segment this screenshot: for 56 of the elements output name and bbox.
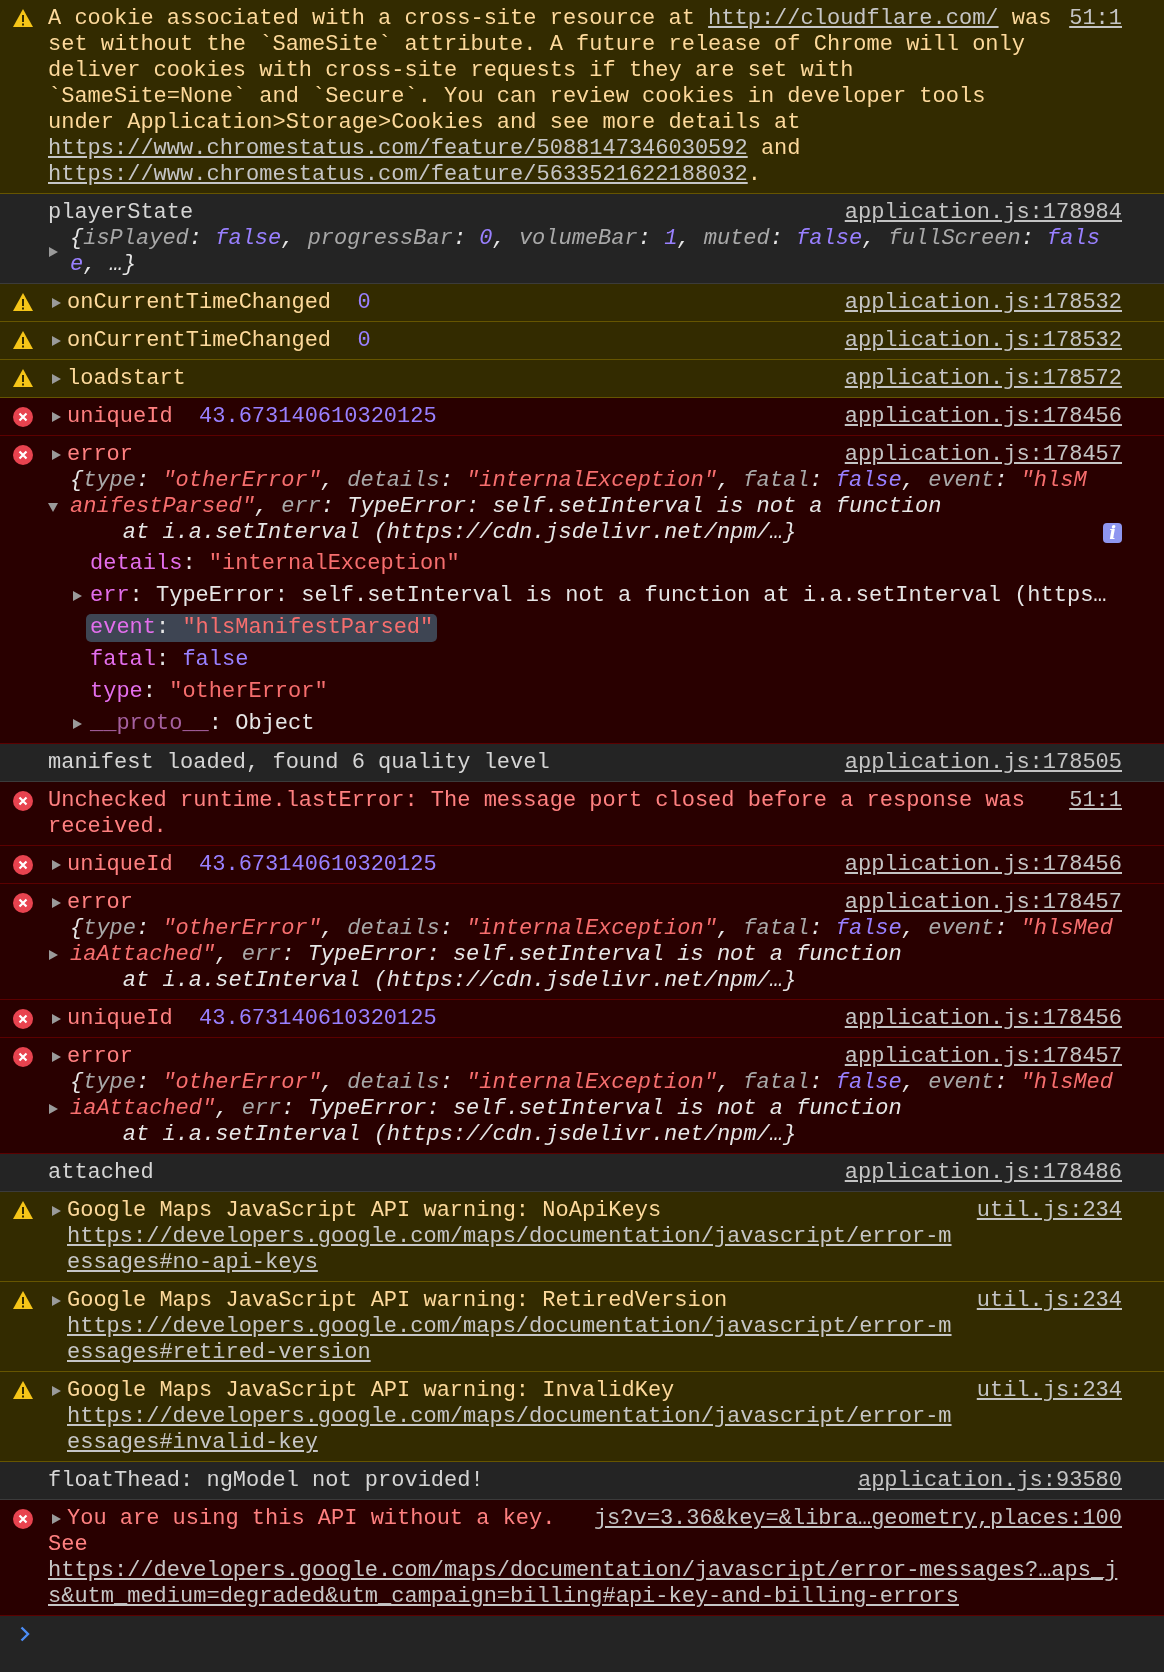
object-property[interactable]: type: "otherError" <box>86 678 332 706</box>
object-preview: {type: "otherError", details: "internalException", fatal: false, event: "hlsManifestParsed", err: TypeError: self.setInterval is not a function at i.a.setInterval (https://cdn.jsdelivr.net/npm/…} <box>70 468 1088 546</box>
message-text: You are using this API without a key. <box>67 1506 557 1532</box>
message-text: manifest loaded, found 6 quality level <box>48 750 551 776</box>
source-link[interactable]: 51:1 <box>1069 6 1122 32</box>
source-link[interactable]: application.js:93580 <box>857 1468 1122 1494</box>
message-text: uniqueId 43.673140610320125 <box>67 852 438 878</box>
source-link[interactable]: application.js:178486 <box>844 1160 1122 1186</box>
source-link[interactable]: application.js:178532 <box>844 328 1122 354</box>
object-property[interactable]: err: TypeError: self.setInterval is not a function at i.a.setInterval (https… <box>86 582 1111 610</box>
source-link[interactable]: application.js:178456 <box>844 404 1122 430</box>
link[interactable]: https://developers.google.com/maps/documentation/javascript/error-messages#no-api-keys <box>67 1224 961 1276</box>
source-link[interactable]: application.js:178456 <box>844 1006 1122 1032</box>
object-preview: {type: "otherError", details: "internalException", fatal: false, event: "hlsMediaAttached", err: TypeError: self.setInterval is not a function at i.a.setInterval (https://cdn.jsdelivr.net/npm/…} <box>70 916 1115 994</box>
message-text: Google Maps JavaScript API warning: InvalidKey https://developers.google.com/maps/documentation/javascript/error-messages#invalid-key <box>67 1378 961 1456</box>
object-property[interactable]: __proto__: Object <box>86 710 319 738</box>
link[interactable]: https://www.chromestatus.com/feature/5088147346030592 <box>48 136 748 162</box>
object-preview: {isPlayed: false, progressBar: 0, volumeBar: 1, muted: false, fullScreen: false, …} <box>70 226 1101 278</box>
source-link[interactable]: application.js:178457 <box>844 890 1122 916</box>
link[interactable]: https://www.chromestatus.com/feature/5633521622188032 <box>48 162 748 188</box>
message-text: error <box>67 1044 134 1070</box>
source-link[interactable]: application.js:178572 <box>844 366 1122 392</box>
object-property[interactable]: fatal: false <box>86 646 253 674</box>
link[interactable]: https://developers.google.com/maps/documentation/javascript/error-messages?…aps_js&utm_medium=degraded&utm_campaign=billing#api-key-and-billing-errors <box>48 1558 1122 1610</box>
object-preview: {type: "otherError", details: "internalException", fatal: false, event: "hlsMediaAttached", err: TypeError: self.setInterval is not a function at i.a.setInterval (https://cdn.jsdelivr.net/npm/…} <box>70 1070 1115 1148</box>
message-text: uniqueId 43.673140610320125 <box>67 1006 438 1032</box>
source-link[interactable]: application.js:178505 <box>844 750 1122 776</box>
message-text: See https://developers.google.com/maps/documentation/javascript/error-messages?…aps_js&utm_medium=degraded&utm_campaign=billing#api-key-and-billing-errors <box>48 1532 1122 1610</box>
message-text: error <box>67 442 134 468</box>
message-text: onCurrentTimeChanged 0 <box>67 328 372 354</box>
object-property[interactable]: details: "internalException" <box>86 550 464 578</box>
message-text: Google Maps JavaScript API warning: NoApiKeys https://developers.google.com/maps/documentation/javascript/error-messages#no-api-keys <box>67 1198 961 1276</box>
source-link[interactable]: application.js:178457 <box>844 442 1122 468</box>
message-text: attached <box>48 1160 155 1186</box>
object-property[interactable]: event: "hlsManifestParsed" <box>86 614 438 642</box>
message-text: playerState <box>48 200 195 226</box>
message-text: loadstart <box>67 366 187 392</box>
message-text: onCurrentTimeChanged 0 <box>67 290 372 316</box>
source-link[interactable]: application.js:178532 <box>844 290 1122 316</box>
message-text: uniqueId 43.673140610320125 <box>67 404 438 430</box>
source-link[interactable]: js?v=3.36&key=&libra…geometry,places:100 <box>593 1506 1122 1532</box>
source-link[interactable]: application.js:178457 <box>844 1044 1122 1070</box>
message-text: Google Maps JavaScript API warning: RetiredVersion https://developers.google.com/maps/documentation/javascript/error-messages#retired-version <box>67 1288 961 1366</box>
source-link[interactable]: 51:1 <box>1069 788 1122 814</box>
link[interactable]: https://developers.google.com/maps/documentation/javascript/error-messages#invalid-key <box>67 1404 961 1456</box>
message-text: error <box>67 890 134 916</box>
source-link[interactable]: application.js:178456 <box>844 852 1122 878</box>
link[interactable]: https://developers.google.com/maps/documentation/javascript/error-messages#retired-version <box>67 1314 961 1366</box>
source-link[interactable]: util.js:234 <box>976 1198 1122 1224</box>
message-text: A cookie associated with a cross-site resource at http://cloudflare.com/ was set without the `SameSite` attribute. A future release of Chrome will only deliver cookies with cross-site requests if they are set with `SameSite=None` and `Secure`. You can review cookies in developer tools under Application>Storage>Cookies and see more details at https://www.chromestatus.com/feature/5088147346030592 and https://www.chromestatus.com/feature/5633521622188032. <box>48 6 1053 188</box>
source-link[interactable]: application.js:178984 <box>844 200 1122 226</box>
message-text: Unchecked runtime.lastError: The message port closed before a response was received. <box>48 788 1026 840</box>
link[interactable]: http://cloudflare.com/ <box>708 6 999 32</box>
source-link[interactable]: util.js:234 <box>976 1288 1122 1314</box>
source-link[interactable]: util.js:234 <box>976 1378 1122 1404</box>
message-text: floatThead: ngModel not provided! <box>48 1468 485 1494</box>
